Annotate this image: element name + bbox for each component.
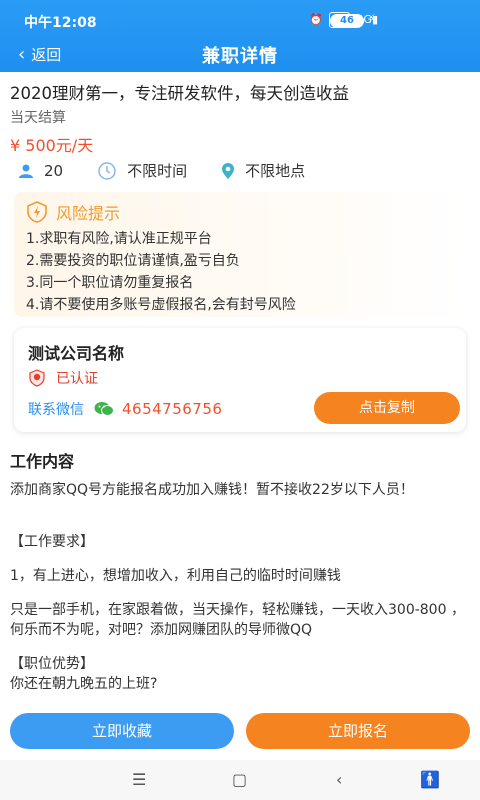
work-time-value: 不限时间 <box>127 162 188 180</box>
accessibility-icon[interactable]: 🚹 <box>420 770 440 789</box>
copy-button[interactable]: 点击复制 <box>314 392 460 424</box>
wechat-id: 4654756756 <box>122 400 223 418</box>
status-time: 中午12:08 <box>24 15 97 31</box>
headcount-value: 20 <box>44 161 64 180</box>
risk-item: 3.同一个职位请勿重复报名 <box>26 275 194 291</box>
status-bar: 中午12:08 ⏰ HD 4G▮ 46 ⚡ <box>0 0 480 38</box>
work-content-line: 1，有上进心，想增加收入，利用自己的临时时间赚钱 <box>10 568 341 584</box>
app-header: 中午12:08 ⏰ HD 4G▮ 46 ⚡ ‹ 返回 兼职详情 <box>0 0 480 72</box>
system-nav-bar: ☰ ▢ ‹ 🚹 <box>0 760 480 800</box>
job-title: 2020理财第一，专注研发软件，每天创造收益 <box>10 84 349 103</box>
battery-icon: 46 <box>330 14 364 28</box>
nav-bar: ‹ 返回 兼职详情 <box>0 38 480 72</box>
contact-label: 联系微信 <box>28 402 84 418</box>
wechat-contact: 联系微信 4654756756 <box>28 399 222 419</box>
location-pin-icon <box>222 162 235 179</box>
lightning-warning-icon <box>27 201 47 223</box>
risk-item: 1.求职有风险,请认准正规平台 <box>26 231 212 247</box>
company-name: 测试公司名称 <box>28 344 125 363</box>
back-icon[interactable]: ‹ <box>336 770 342 789</box>
apply-button[interactable]: 立即报名 <box>246 713 470 749</box>
page-title: 兼职详情 <box>202 46 278 67</box>
wechat-icon <box>94 402 114 416</box>
work-content-line: 添加商家QQ号方能报名成功加入赚钱！暂不接收22岁以下人员！ <box>10 482 414 498</box>
work-location-value: 不限地点 <box>245 162 306 180</box>
work-content-title: 工作内容 <box>10 452 75 471</box>
work-time: 不限时间 <box>97 160 187 181</box>
risk-item: 4.请不要使用多账号虚假报名,会有封号风险 <box>26 297 296 313</box>
risk-header: 风险提示 <box>26 200 120 224</box>
job-meta: 20 不限时间 不限地点 <box>18 160 339 181</box>
work-content-line: 【职位优势】 <box>10 656 94 672</box>
charging-icon: ⚡ <box>368 12 376 25</box>
work-location: 不限地点 <box>221 160 305 181</box>
company-card: 测试公司名称 已认证 联系微信 4654756756 点击复制 <box>14 328 466 432</box>
risk-title: 风险提示 <box>56 204 121 223</box>
person-icon <box>19 164 33 178</box>
settlement-type: 当天结算 <box>10 110 66 126</box>
menu-icon[interactable]: ☰ <box>132 770 146 789</box>
home-icon[interactable]: ▢ <box>232 770 247 789</box>
work-content-line: 只是一部手机，在家跟着做，当天操作，轻松赚钱，一天收入300-800 ，何乐而不… <box>10 602 465 638</box>
verified-label: 已认证 <box>56 371 98 387</box>
clock-icon <box>98 161 116 180</box>
work-content-line: 【工作要求】 <box>10 534 94 550</box>
collect-button[interactable]: 立即收藏 <box>10 713 234 749</box>
verified-shield-icon <box>29 369 45 387</box>
risk-item: 2.需要投资的职位请谨慎,盈亏自负 <box>26 253 240 269</box>
risk-list: 1.求职有风险,请认准正规平台 2.需要投资的职位请谨慎,盈亏自负 3.同一个职… <box>26 228 296 316</box>
alarm-icon: ⏰ <box>309 13 323 26</box>
risk-notice: 风险提示 1.求职有风险,请认准正规平台 2.需要投资的职位请谨慎,盈亏自负 3… <box>14 192 466 317</box>
headcount: 20 <box>18 162 63 180</box>
verified-badge: 已认证 <box>28 368 98 388</box>
work-content-line: 你还在朝九晚五的上班? <box>10 676 158 692</box>
salary: ¥ 500元/天 <box>10 136 94 155</box>
